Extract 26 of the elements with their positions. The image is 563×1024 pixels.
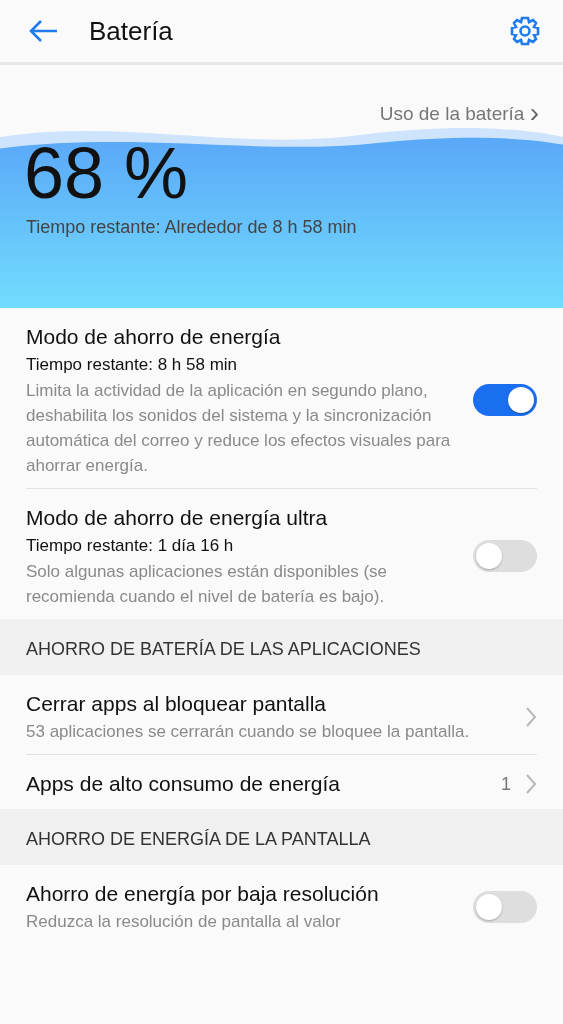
section-header: AHORRO DE BATERÍA DE LAS APLICACIONES [0,619,563,675]
remaining-time: Tiempo restante: Alrededor de 8 h 58 min [25,217,358,238]
toggle-switch[interactable] [473,890,537,923]
count-value: 1 [501,773,511,795]
setting-subtitle: Tiempo restante: 8 h 58 min [26,354,239,376]
menu-item[interactable]: Cerrar apps al bloquear pantalla 53 aplicaciones se cerrarán cuando se bloquee la pantalla. [26,675,537,755]
battery-percentage: 68 % [23,133,190,213]
toggle-switch[interactable] [473,384,537,416]
setting-subtitle: Tiempo restante: 1 día 16 h [26,535,235,557]
setting-title: Cerrar apps al bloquear pantalla [26,691,328,717]
setting-description: Limita la actividad de la aplicación en segundo plano, deshabilita los sonidos del sistema y la sincronización automática del correo y reduce los efectos visuales para ahorrar energía. [26,380,452,477]
chevron-icon [525,705,537,728]
screen-title: Batería [89,15,174,47]
settings-icon[interactable] [509,15,541,47]
setting-description: Solo algunas aplicaciones están disponibles (se recomienda cuando el nivel de batería es bajo). [26,561,388,608]
menu-item[interactable]: Apps de alto consumo de energía 1 [26,755,537,809]
setting-description: Reduzca la resolución de pantalla al valor [26,911,342,933]
setting-description: 53 aplicaciones se cerrarán cuando se bloquee la pantalla. [26,721,471,743]
section-header: AHORRO DE ENERGÍA DE LA PANTALLA [0,809,563,865]
chevron-icon [525,773,537,795]
setting-title: Ahorro de energía por baja resolución [26,881,380,907]
toggle-switch[interactable] [473,540,537,572]
setting-title: Modo de ahorro de energía ultra [26,505,329,531]
setting-title: Modo de ahorro de energía [26,324,282,350]
back-icon[interactable] [28,19,58,43]
setting-title: Apps de alto consumo de energía [26,771,342,797]
